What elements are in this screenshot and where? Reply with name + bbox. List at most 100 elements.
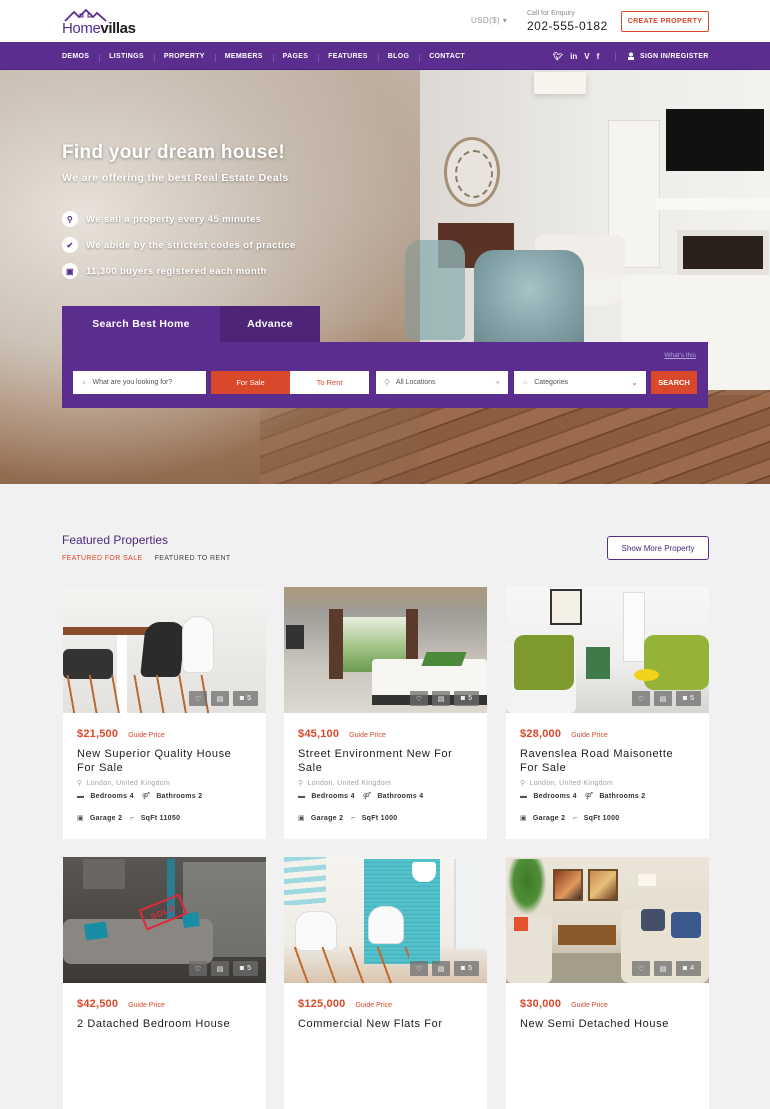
hero-feature: ✔ We abide by the strictest codes of pra… <box>62 237 296 253</box>
tab-advance[interactable]: Advance <box>220 306 320 342</box>
property-price: $30,000 <box>520 998 562 1010</box>
camera-button[interactable]: ◙ 4 <box>676 961 701 976</box>
keyword-placeholder: What are you looking for? <box>92 379 173 386</box>
linkedin-icon[interactable]: in <box>570 52 577 61</box>
film-icon[interactable]: ▤ <box>211 961 229 976</box>
hero-bg-clock <box>444 137 500 207</box>
hero-feature-text: We sell a property every 45 minutes <box>86 213 262 225</box>
featured-tabs: FEATURED FOR SALE FEATURED TO RENT <box>62 555 231 562</box>
crosshair-icon[interactable]: ⌖ <box>495 378 500 388</box>
square-feet: SqFt 1000 <box>583 814 620 822</box>
image-actions: ♡ ▤ ◙ 4 <box>632 961 701 976</box>
property-image[interactable]: ♡ ▤ ◙ 5 <box>506 587 709 713</box>
bathrooms: Bathrooms 2 <box>599 792 646 800</box>
camera-icon: ◙ <box>239 695 245 702</box>
film-icon[interactable]: ▤ <box>211 691 229 706</box>
property-title[interactable]: New Semi Detached House <box>520 1017 695 1031</box>
property-price: $45,100 <box>298 728 340 740</box>
property-title[interactable]: Street Environment New For Sale <box>298 747 473 775</box>
sign-in-register-link[interactable]: SIGN IN/REGISTER <box>627 42 709 70</box>
heart-icon[interactable]: ♡ <box>632 961 650 976</box>
nav-item-contact[interactable]: CONTACT <box>419 53 475 62</box>
hero-bg-armchair <box>474 250 584 350</box>
heart-icon[interactable]: ♡ <box>410 691 428 706</box>
category-select[interactable]: ⌂ Categories ⌄ <box>514 371 646 394</box>
map-pin-icon: ⚲ <box>77 780 83 787</box>
vimeo-icon[interactable]: V <box>584 52 589 61</box>
to-rent-button[interactable]: To Rent <box>290 371 369 394</box>
show-more-property-button[interactable]: Show More Property <box>607 536 709 560</box>
heart-icon[interactable]: ♡ <box>410 961 428 976</box>
property-image[interactable]: SOLD ♡ ▤ ◙ 5 <box>63 857 266 983</box>
camera-icon: ◙ <box>460 965 466 972</box>
film-icon[interactable]: ▤ <box>654 691 672 706</box>
property-title[interactable]: Commercial New Flats For <box>298 1017 473 1031</box>
facebook-icon[interactable]: f <box>597 52 600 61</box>
tab-search-best-home[interactable]: Search Best Home <box>62 306 220 342</box>
property-card[interactable]: ♡ ▤ ◙ 5 $21,500 Guide Price New Superior … <box>63 587 266 839</box>
nav-item-listings[interactable]: LISTINGS <box>99 53 154 62</box>
whats-this-link[interactable]: What's this <box>664 352 696 359</box>
search-button[interactable]: SEARCH <box>651 371 697 394</box>
bathrooms: Bathrooms 2 <box>156 792 203 800</box>
enquiry-phone[interactable]: 202-555-0182 <box>527 19 608 33</box>
property-card[interactable]: SOLD ♡ ▤ ◙ 5 $42,500 Guide Price 2 Datach… <box>63 857 266 1109</box>
twitter-icon[interactable]: 🐦︎ <box>553 52 563 61</box>
logo[interactable]: Homevillas <box>62 8 142 37</box>
property-card[interactable]: ♡ ▤ ◙ 5 $125,000 Guide Price Commercial N… <box>284 857 487 1109</box>
location-input[interactable]: ⚲ All Locations ⌖ <box>376 371 508 394</box>
car-icon: ▣ <box>298 815 305 822</box>
heart-icon[interactable]: ♡ <box>632 691 650 706</box>
camera-button[interactable]: ◙ 5 <box>233 961 258 976</box>
enquiry-label: Call for Enquiry <box>527 10 575 17</box>
nav-item-features[interactable]: FEATURES <box>318 53 378 62</box>
camera-button[interactable]: ◙ 5 <box>454 691 479 706</box>
currency-selector[interactable]: USD($) ▾ <box>471 16 507 25</box>
property-title[interactable]: Ravenslea Road Maisonette For Sale <box>520 747 695 775</box>
hero-bg-mantle <box>655 198 770 210</box>
film-icon[interactable]: ▤ <box>654 961 672 976</box>
nav-item-members[interactable]: MEMBERS <box>214 53 273 62</box>
property-image[interactable]: ♡ ▤ ◙ 5 <box>284 587 487 713</box>
camera-button[interactable]: ◙ 5 <box>233 691 258 706</box>
hero-feature-text: We abide by the strictest codes of pract… <box>86 239 296 251</box>
property-title[interactable]: 2 Datached Bedroom House <box>77 1017 252 1031</box>
guide-price-label: Guide Price <box>571 1002 608 1009</box>
bedrooms: Bedrooms 4 <box>90 792 134 800</box>
property-title[interactable]: New Superior Quality House For Sale <box>77 747 252 775</box>
social-links: 🐦︎ in V f <box>553 42 599 70</box>
heart-icon[interactable]: ♡ <box>189 961 207 976</box>
nav-item-demos[interactable]: DEMOS <box>52 53 99 60</box>
create-property-button[interactable]: CREATE PROPERTY <box>621 11 709 32</box>
hero-feature: ⚲ We sell a property every 45 minutes <box>62 211 261 227</box>
nav-divider <box>615 52 616 61</box>
chevron-down-icon: ⌄ <box>631 378 638 387</box>
heart-icon[interactable]: ♡ <box>189 691 207 706</box>
property-image[interactable]: ♡ ▤ ◙ 5 <box>63 587 266 713</box>
property-image[interactable]: ♡ ▤ ◙ 5 <box>284 857 487 983</box>
nav-item-blog[interactable]: BLOG <box>377 53 419 62</box>
property-card[interactable]: ♡ ▤ ◙ 5 $45,100 Guide Price Street Enviro… <box>284 587 487 839</box>
camera-icon: ◙ <box>460 695 466 702</box>
keyword-search-input[interactable]: ⌕ What are you looking for? <box>73 371 206 394</box>
camera-button[interactable]: ◙ 5 <box>676 691 701 706</box>
tab-featured-to-rent[interactable]: FEATURED TO RENT <box>155 555 231 562</box>
film-icon[interactable]: ▤ <box>432 961 450 976</box>
category-placeholder: Categories <box>534 379 569 386</box>
garage: Garage 2 <box>532 814 566 822</box>
image-actions: ♡ ▤ ◙ 5 <box>410 961 479 976</box>
for-sale-button[interactable]: For Sale <box>211 371 290 394</box>
main-nav: DEMOS LISTINGS PROPERTY MEMBERS PAGES FE… <box>0 42 770 70</box>
garage: Garage 2 <box>89 814 123 822</box>
property-image[interactable]: ♡ ▤ ◙ 4 <box>506 857 709 983</box>
property-card[interactable]: ♡ ▤ ◙ 4 $30,000 Guide Price New Semi Deta… <box>506 857 709 1109</box>
nav-item-property[interactable]: PROPERTY <box>153 53 215 62</box>
nav-menu: DEMOS LISTINGS PROPERTY MEMBERS PAGES FE… <box>52 42 475 70</box>
tab-featured-for-sale[interactable]: FEATURED FOR SALE <box>62 555 143 562</box>
camera-button[interactable]: ◙ 5 <box>454 961 479 976</box>
search-icon: ⌕ <box>82 377 87 387</box>
film-icon[interactable]: ▤ <box>432 691 450 706</box>
nav-item-pages[interactable]: PAGES <box>272 53 319 62</box>
property-card[interactable]: ♡ ▤ ◙ 5 $28,000 Guide Price Ravenslea Roa… <box>506 587 709 839</box>
sale-rent-toggle: For Sale To Rent <box>211 371 369 394</box>
